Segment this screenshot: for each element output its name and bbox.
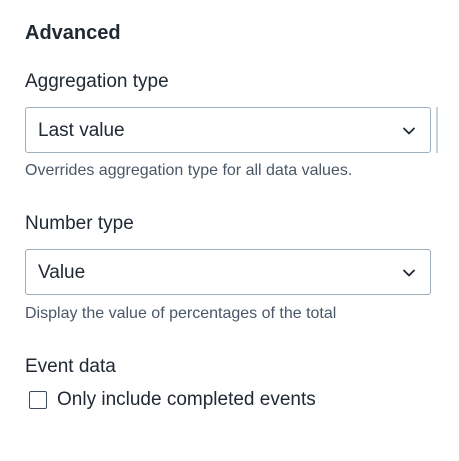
section-title: Advanced [25,22,121,44]
chevron-down-icon [403,127,415,135]
aggregation-type-help: Overrides aggregation type for all data … [25,162,353,179]
advanced-options-panel: Advanced Aggregation type Last value Ove… [0,0,459,461]
chevron-down-icon [403,269,415,277]
completed-events-checkbox-row[interactable]: Only include completed events [29,386,316,414]
number-type-label: Number type [25,213,134,234]
completed-events-checkbox-label[interactable]: Only include completed events [57,388,316,412]
number-type-select[interactable]: Value [25,249,431,295]
number-type-value: Value [38,262,86,283]
select-edge-divider [436,107,438,153]
aggregation-type-select[interactable]: Last value [25,107,431,153]
number-type-help: Display the value of percentages of the … [25,305,337,322]
aggregation-type-value: Last value [38,120,125,141]
aggregation-type-label: Aggregation type [25,71,169,92]
completed-events-checkbox[interactable] [29,391,47,409]
event-data-label: Event data [25,356,116,377]
